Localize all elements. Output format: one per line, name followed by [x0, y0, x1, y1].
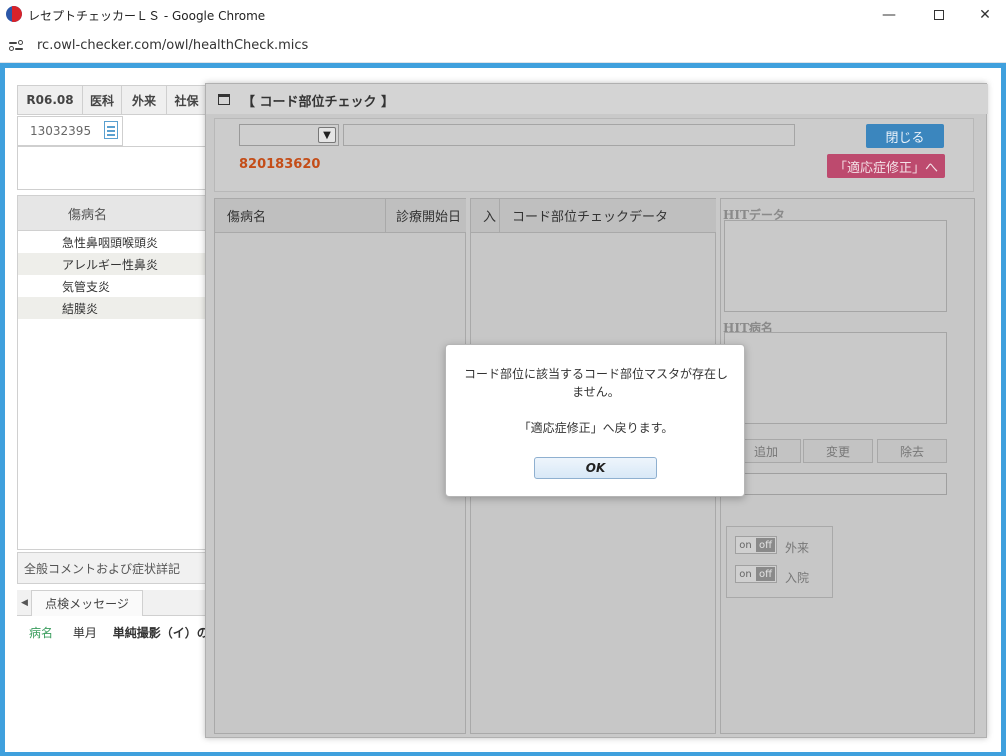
- comment-section-label: 全般コメントおよび症状詳記: [17, 552, 207, 584]
- chevron-down-icon[interactable]: ▼: [318, 127, 336, 143]
- app-logo-icon: [6, 6, 22, 22]
- maximize-icon: [934, 10, 944, 20]
- blank-info-cell: [17, 146, 207, 190]
- ok-button[interactable]: OK: [534, 457, 657, 479]
- dialog-submessage: 「適応症修正」へ戻ります。: [518, 421, 674, 435]
- modal-title: 【 コード部位チェック 】: [242, 95, 395, 110]
- delete-button[interactable]: 除去: [877, 439, 947, 463]
- category-select[interactable]: ▼: [239, 124, 339, 146]
- column-header-in: 入: [471, 199, 499, 233]
- inpatient-label: 入院: [785, 571, 810, 585]
- document-icon[interactable]: [104, 121, 118, 139]
- hit-disease-box[interactable]: [724, 332, 947, 424]
- disease-panel: 傷病名 診療開始日: [214, 198, 466, 734]
- code-input[interactable]: [741, 473, 947, 495]
- browser-titlebar: レセプトチェッカーＬＳ - Google Chrome — ✕: [0, 0, 1006, 30]
- disease-list-header: 傷病名: [18, 196, 206, 231]
- visit-type-cell: 外来: [121, 85, 167, 115]
- address-bar: rc.owl-checker.com/owl/healthCheck.mics: [0, 30, 1006, 62]
- message-category: 病名: [29, 626, 54, 640]
- column-header-start-date: 診療開始日: [386, 199, 466, 233]
- tab-check-messages[interactable]: 点検メッセージ: [31, 590, 143, 616]
- message-period: 単月: [72, 626, 97, 640]
- indication-correction-button[interactable]: 「適応症修正」へ: [827, 154, 945, 178]
- department-cell: 医科: [82, 85, 122, 115]
- patient-id-cell: 13032395: [17, 116, 123, 146]
- patient-id: 13032395: [30, 124, 92, 138]
- list-item[interactable]: 急性鼻咽頭喉頭炎: [18, 231, 206, 253]
- change-button[interactable]: 変更: [803, 439, 873, 463]
- column-header-disease: 傷病名: [215, 199, 385, 233]
- maximize-button[interactable]: [916, 0, 962, 30]
- alert-dialog: コード部位に該当するコード部位マスタが存在しません。 「適応症修正」へ戻ります。…: [445, 344, 745, 497]
- check-message: 病名 単月 単純撮影（イ）の: [29, 624, 209, 641]
- close-button[interactable]: 閉じる: [866, 124, 944, 148]
- list-item[interactable]: 結膜炎: [18, 297, 206, 319]
- hit-panel: HITデータ HIT病名 追加 変更 除去 on off 外来 on off 入…: [720, 198, 975, 734]
- close-window-button[interactable]: ✕: [962, 0, 1006, 30]
- inpatient-toggle[interactable]: on off: [735, 565, 777, 583]
- list-item[interactable]: アレルギー性鼻炎: [18, 253, 206, 275]
- outpatient-label: 外来: [785, 541, 810, 555]
- hit-data-box[interactable]: [724, 220, 947, 312]
- column-header-check-data: コード部位チェックデータ: [500, 199, 716, 233]
- window-icon: [218, 94, 230, 105]
- modal-top-panel: ▼ 820183620 閉じる 「適応症修正」へ: [214, 118, 974, 192]
- url-text[interactable]: rc.owl-checker.com/owl/healthCheck.mics: [37, 38, 308, 53]
- message-text: 単純撮影（イ）の: [112, 626, 209, 640]
- message-tabs: ◀ 点検メッセージ: [17, 590, 207, 616]
- list-item[interactable]: 気管支炎: [18, 275, 206, 297]
- insurance-cell: 社保: [166, 85, 207, 115]
- dialog-message: コード部位に該当するコード部位マスタが存在しません。: [463, 367, 728, 399]
- outpatient-toggle[interactable]: on off: [735, 536, 777, 554]
- window-title: レセプトチェッカーＬＳ - Google Chrome: [28, 9, 266, 23]
- medical-code: 820183620: [239, 157, 321, 172]
- modal-titlebar: 【 コード部位チェック 】: [206, 84, 988, 114]
- chevron-left-icon[interactable]: ◀: [21, 598, 28, 608]
- billing-month-cell: R06.08: [17, 85, 83, 115]
- disease-list: 傷病名 急性鼻咽頭喉頭炎 アレルギー性鼻炎 気管支炎 結膜炎: [17, 195, 207, 550]
- site-settings-icon[interactable]: [9, 40, 23, 52]
- visit-type-toggles: on off 外来 on off 入院: [726, 526, 833, 598]
- search-input[interactable]: [343, 124, 795, 146]
- minimize-button[interactable]: —: [866, 0, 912, 30]
